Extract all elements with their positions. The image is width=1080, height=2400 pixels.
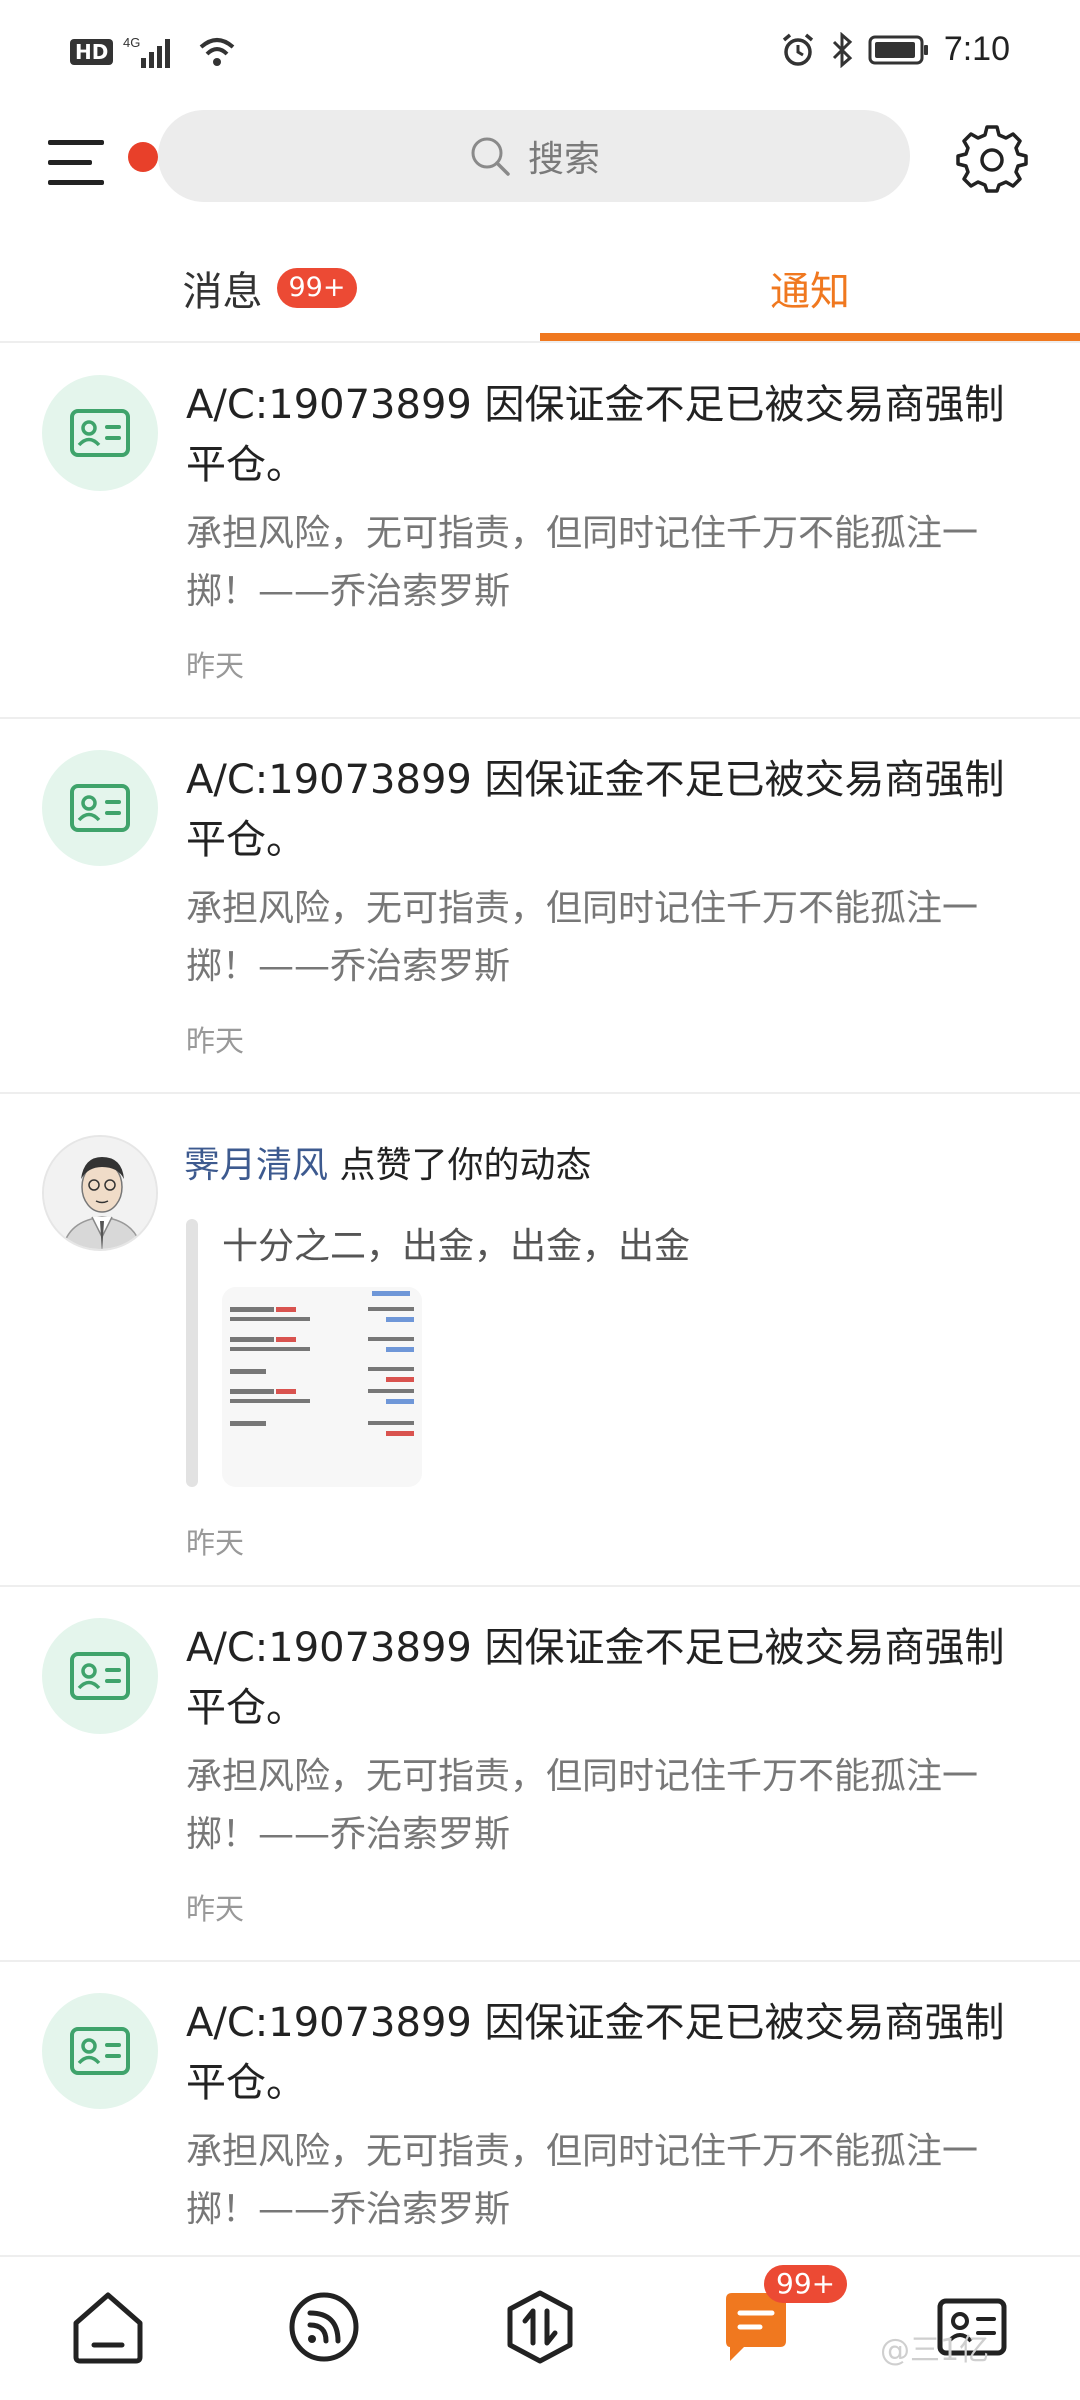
nav-feed[interactable] — [284, 2287, 364, 2367]
wifi-icon — [200, 38, 235, 66]
status-right: 7:10 — [780, 30, 1010, 69]
id-card-icon — [70, 784, 130, 832]
search-placeholder: 搜索 — [527, 139, 600, 180]
id-card-icon — [70, 1652, 130, 1700]
notification-title: A/C:19073899 因保证金不足已被交易商强制平仓。 — [186, 1625, 1005, 1731]
like-action: 点赞了你的动态 — [339, 1145, 592, 1186]
menu-button[interactable] — [44, 122, 158, 202]
system-avatar — [42, 750, 158, 866]
list-item[interactable]: A/C:19073899 因保证金不足已被交易商强制平仓。 承担风险，无可指责，… — [0, 1963, 1080, 2255]
feed-icon — [289, 2292, 359, 2362]
search-input[interactable]: 搜索 — [158, 110, 910, 202]
trade-screenshot-image — [222, 1287, 422, 1487]
gear-icon — [956, 125, 1028, 193]
notification-time: 昨天 — [186, 1892, 245, 1926]
notification-list: A/C:19073899 因保证金不足已被交易商强制平仓。 承担风险，无可指责，… — [0, 345, 1080, 2255]
nav-home[interactable] — [68, 2287, 148, 2367]
id-card-icon — [70, 409, 130, 457]
tab-messages-badge: 99+ — [276, 268, 358, 308]
tab-bar: 消息 99+ 通知 — [0, 235, 1080, 343]
notification-title: A/C:19073899 因保证金不足已被交易商强制平仓。 — [186, 382, 1005, 488]
watermark-text: @三1亿 — [880, 2333, 990, 2368]
notification-time: 昨天 — [186, 1024, 245, 1058]
nav-trade[interactable] — [500, 2287, 580, 2367]
list-item[interactable]: A/C:19073899 因保证金不足已被交易商强制平仓。 承担风险，无可指责，… — [0, 1588, 1080, 1962]
settings-button[interactable] — [956, 124, 1028, 196]
tab-messages[interactable]: 消息 99+ — [0, 235, 540, 341]
status-time: 7:10 — [943, 30, 1010, 68]
system-avatar — [42, 375, 158, 491]
alarm-icon — [782, 33, 813, 66]
hd-badge: HD — [70, 39, 114, 65]
post-thumbnail[interactable] — [222, 1287, 422, 1487]
quote-bar — [186, 1219, 198, 1487]
like-text: 霁月清风 点赞了你的动态 — [184, 1139, 591, 1193]
status-left: HD 4G — [70, 34, 237, 70]
notification-title: A/C:19073899 因保证金不足已被交易商强制平仓。 — [186, 2000, 1005, 2106]
system-avatar — [42, 1618, 158, 1734]
header: 搜索 — [0, 100, 1080, 220]
battery-icon — [868, 35, 928, 64]
tab-notifications[interactable]: 通知 — [540, 235, 1080, 341]
notification-body: 承担风险，无可指责，但同时记住千万不能孤注一掷！——乔治索罗斯 — [186, 888, 979, 987]
tab-notifications-label: 通知 — [770, 269, 850, 315]
search-icon — [471, 137, 510, 176]
signal-icon: 4G — [123, 35, 171, 68]
trade-icon — [507, 2290, 573, 2364]
id-card-icon — [70, 2027, 130, 2075]
system-avatar — [42, 1993, 158, 2109]
notification-title: A/C:19073899 因保证金不足已被交易商强制平仓。 — [186, 757, 1005, 863]
list-item[interactable]: A/C:19073899 因保证金不足已被交易商强制平仓。 承担风险，无可指责，… — [0, 720, 1080, 1094]
notification-body: 承担风险，无可指责，但同时记住千万不能孤注一掷！——乔治索罗斯 — [186, 513, 979, 612]
quoted-post-text[interactable]: 十分之二，出金，出金，出金 — [222, 1219, 690, 1275]
menu-icon — [48, 140, 104, 185]
home-icon — [73, 2292, 143, 2364]
bluetooth-icon — [832, 31, 853, 68]
menu-notification-dot — [128, 142, 158, 172]
tab-messages-label: 消息 — [182, 269, 263, 315]
status-bar: HD 4G 7:10 — [0, 0, 1080, 100]
svg-text:4G: 4G — [123, 35, 140, 50]
bottom-nav: 99+ @三1亿 — [0, 2255, 1080, 2400]
user-portrait-icon — [44, 1137, 156, 1249]
active-tab-indicator — [540, 333, 1080, 341]
list-item[interactable]: A/C:19073899 因保证金不足已被交易商强制平仓。 承担风险，无可指责，… — [0, 345, 1080, 719]
messages-badge: 99+ — [764, 2265, 848, 2303]
notification-time: 昨天 — [186, 649, 245, 683]
notification-time: 昨天 — [186, 1526, 245, 1560]
notification-body: 承担风险，无可指责，但同时记住千万不能孤注一掷！——乔治索罗斯 — [186, 1756, 979, 1855]
notification-body: 承担风险，无可指责，但同时记住千万不能孤注一掷！——乔治索罗斯 — [186, 2131, 979, 2230]
like-username[interactable]: 霁月清风 — [184, 1145, 328, 1186]
like-item[interactable]: 霁月清风 点赞了你的动态 十分之二，出金，出金，出金 昨天 — [0, 1095, 1080, 1587]
user-avatar[interactable] — [42, 1135, 158, 1251]
